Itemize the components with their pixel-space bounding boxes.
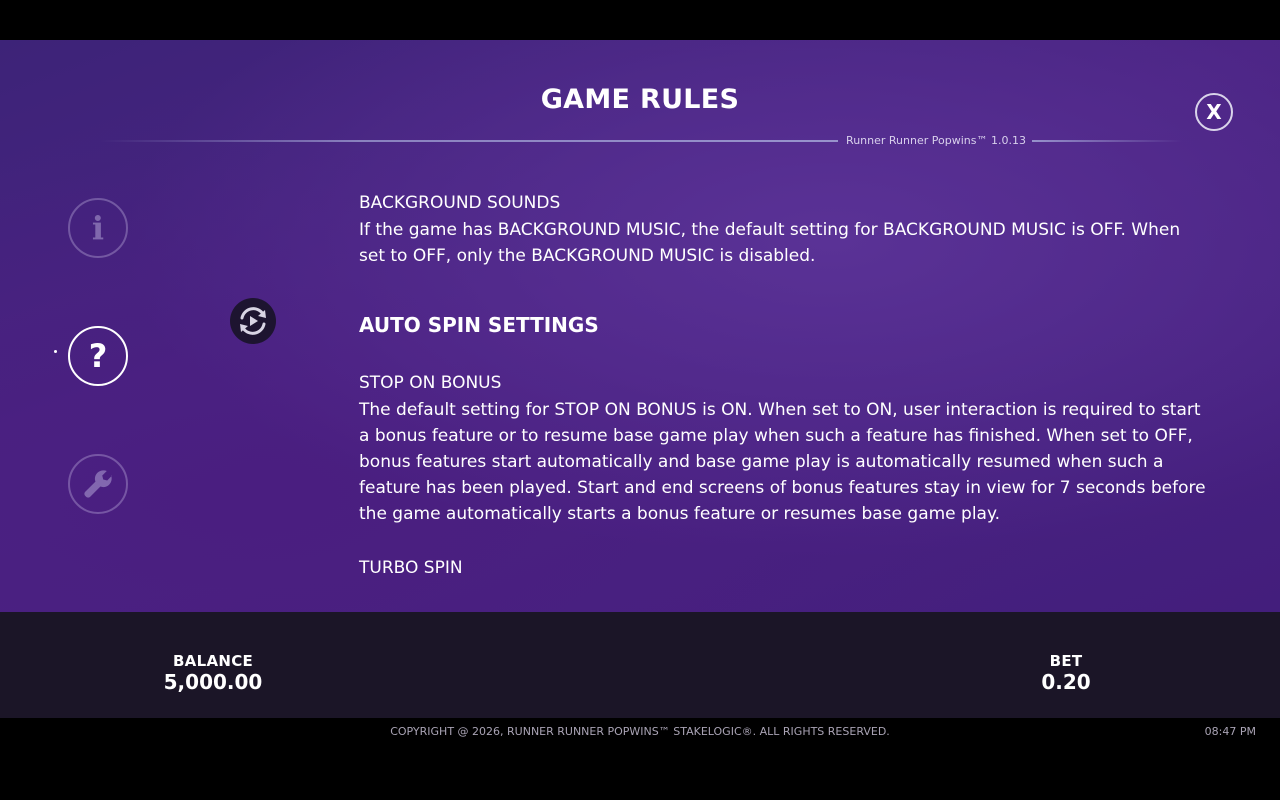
active-nav-indicator (54, 350, 57, 353)
autoplay-icon (230, 298, 276, 344)
nav-info-button[interactable]: i (68, 198, 128, 258)
title-divider-left (100, 140, 838, 142)
stop-on-bonus-text: The default setting for STOP ON BONUS is… (359, 400, 1206, 524)
clock: 08:47 PM (1204, 725, 1256, 738)
turbo-spin-heading: TURBO SPIN (359, 558, 463, 578)
rules-panel: GAME RULES Runner Runner Popwins™ 1.0.13… (0, 40, 1280, 612)
bet-label: BET (1049, 652, 1083, 670)
auto-spin-heading: AUTO SPIN SETTINGS (359, 313, 599, 337)
title-divider-right (1032, 140, 1182, 142)
bet-value: 0.20 (1041, 670, 1091, 694)
copyright-text: COPYRIGHT @ 2026, RUNNER RUNNER POPWINS™… (390, 725, 890, 738)
balance-display: BALANCE 5,000.00 (163, 652, 263, 694)
info-icon: i (91, 209, 105, 247)
balance-value: 5,000.00 (163, 670, 263, 694)
wrench-icon (81, 467, 115, 501)
page-title: GAME RULES (540, 84, 740, 115)
game-frame: GAME RULES Runner Runner Popwins™ 1.0.13… (0, 0, 1280, 800)
bet-display: BET 0.20 (1026, 652, 1106, 694)
close-button[interactable]: X (1195, 93, 1233, 131)
background-sounds-text: If the game has BACKGROUND MUSIC, the de… (359, 220, 1181, 266)
nav-help-button[interactable]: ? (68, 326, 128, 386)
footer: COPYRIGHT @ 2026, RUNNER RUNNER POPWINS™… (0, 718, 1280, 800)
bottom-bar: BALANCE 5,000.00 BET 0.20 (0, 612, 1280, 718)
version-label: Runner Runner Popwins™ 1.0.13 (846, 134, 1026, 147)
stop-on-bonus-heading: STOP ON BONUS (359, 373, 502, 393)
question-icon: ? (88, 337, 108, 375)
close-icon: X (1206, 100, 1222, 124)
background-sounds-heading: BACKGROUND SOUNDS (359, 193, 561, 213)
nav-settings-button[interactable] (68, 454, 128, 514)
balance-label: BALANCE (172, 652, 254, 670)
